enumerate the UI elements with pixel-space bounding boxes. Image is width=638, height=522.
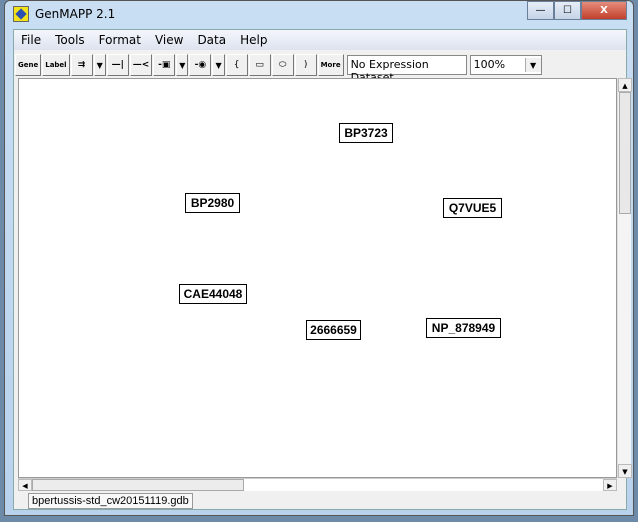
close-button[interactable]: X: [581, 1, 627, 20]
gene-box[interactable]: 2666659: [306, 320, 361, 340]
arrow-dropdown-button[interactable]: ▼: [93, 54, 106, 76]
rectangle-icon[interactable]: ▭: [248, 54, 271, 76]
menu-bar: File Tools Format View Data Help: [14, 30, 626, 50]
minimize-button[interactable]: —: [527, 1, 554, 20]
scroll-up-icon[interactable]: ▲: [618, 78, 632, 92]
zoom-select[interactable]: 100% ▼: [469, 55, 542, 75]
menu-file[interactable]: File: [14, 30, 48, 50]
zoom-value: 100%: [473, 58, 506, 71]
label-tool-button[interactable]: Label: [42, 54, 70, 76]
gene-box[interactable]: CAE44048: [179, 284, 247, 304]
chevron-down-icon[interactable]: ▼: [524, 58, 541, 72]
oval-icon[interactable]: ⬭: [271, 54, 294, 76]
menu-tools[interactable]: Tools: [48, 30, 92, 50]
menu-format[interactable]: Format: [92, 30, 148, 50]
toolbar: Gene Label ⇉ ▼ —| —< -▣ ▼ -◉ ▼ { ▭ ⬭ ) M…: [14, 53, 542, 84]
window-title: GenMAPP 2.1: [35, 7, 116, 21]
horizontal-scroll-thumb[interactable]: [32, 479, 244, 491]
gene-box[interactable]: BP2980: [185, 193, 240, 213]
scroll-down-icon[interactable]: ▼: [618, 464, 632, 478]
arc-icon[interactable]: ): [294, 54, 317, 76]
horizontal-scrollbar[interactable]: ◀ ▶: [18, 478, 617, 491]
brace-icon[interactable]: {: [225, 54, 248, 76]
menu-view[interactable]: View: [148, 30, 190, 50]
genmapp-logo-icon: [13, 6, 29, 22]
gene-box[interactable]: NP_878949: [426, 318, 501, 338]
scroll-left-icon[interactable]: ◀: [18, 479, 32, 491]
menu-help[interactable]: Help: [233, 30, 274, 50]
gene-box[interactable]: BP3723: [339, 123, 393, 143]
database-file-label: bpertussis-std_cw20151119.gdb: [28, 493, 193, 509]
receptor-shape-icon[interactable]: -▣: [153, 54, 176, 76]
vertical-scroll-thumb[interactable]: [619, 92, 631, 214]
arrow-lines-icon[interactable]: ⇉: [70, 54, 93, 76]
gene-box[interactable]: Q7VUE5: [443, 198, 502, 218]
menu-data[interactable]: Data: [190, 30, 233, 50]
ligand-dropdown-button[interactable]: ▼: [212, 54, 225, 76]
scroll-right-icon[interactable]: ▶: [603, 479, 617, 491]
app-window: GenMAPP 2.1 — ☐ X File Tools Format View…: [4, 0, 634, 516]
receptor-line-icon[interactable]: —<: [129, 54, 153, 76]
maximize-button[interactable]: ☐: [554, 1, 581, 20]
receptor-dropdown-button[interactable]: ▼: [176, 54, 189, 76]
inhibit-line-icon[interactable]: —|: [106, 54, 129, 76]
vertical-scrollbar[interactable]: ▲ ▼: [617, 78, 632, 478]
mapp-canvas[interactable]: BP3723 BP2980 Q7VUE5 CAE44048 2666659 NP…: [18, 78, 617, 478]
gene-tool-button[interactable]: Gene: [15, 54, 42, 76]
ligand-shape-icon[interactable]: -◉: [189, 54, 212, 76]
status-bar: bpertussis-std_cw20151119.gdb: [18, 492, 628, 510]
expression-dataset-field[interactable]: No Expression Dataset: [346, 55, 467, 84]
more-button[interactable]: More: [317, 54, 344, 76]
